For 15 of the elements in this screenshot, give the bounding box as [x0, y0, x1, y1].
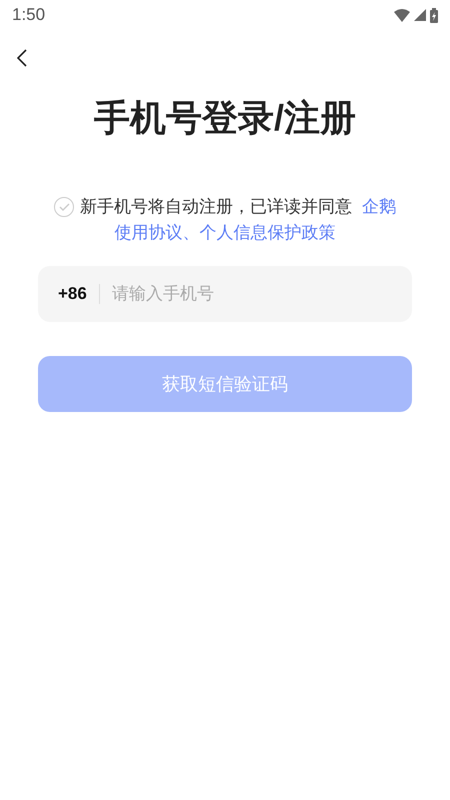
- agreement-text: 新手机号将自动注册，已详读并同意: [80, 196, 352, 218]
- phone-input[interactable]: +86 请输入手机号: [38, 266, 412, 322]
- agreement-link[interactable]: 企鹅: [362, 194, 396, 220]
- back-icon: [17, 49, 27, 67]
- wifi-icon: [394, 8, 410, 22]
- page-title: 手机号登录/注册: [94, 96, 356, 140]
- signal-icon: [414, 9, 426, 21]
- agreement-link[interactable]: 个人信息保护政策: [200, 220, 336, 246]
- link-separator: 、: [182, 222, 200, 244]
- battery-icon: [430, 8, 438, 22]
- check-icon: [58, 203, 70, 211]
- status-time: 1:50: [12, 4, 46, 26]
- country-code[interactable]: +86: [58, 281, 87, 307]
- agreement-checkbox[interactable]: [54, 197, 74, 217]
- agreement-link[interactable]: 使用协议: [114, 220, 182, 246]
